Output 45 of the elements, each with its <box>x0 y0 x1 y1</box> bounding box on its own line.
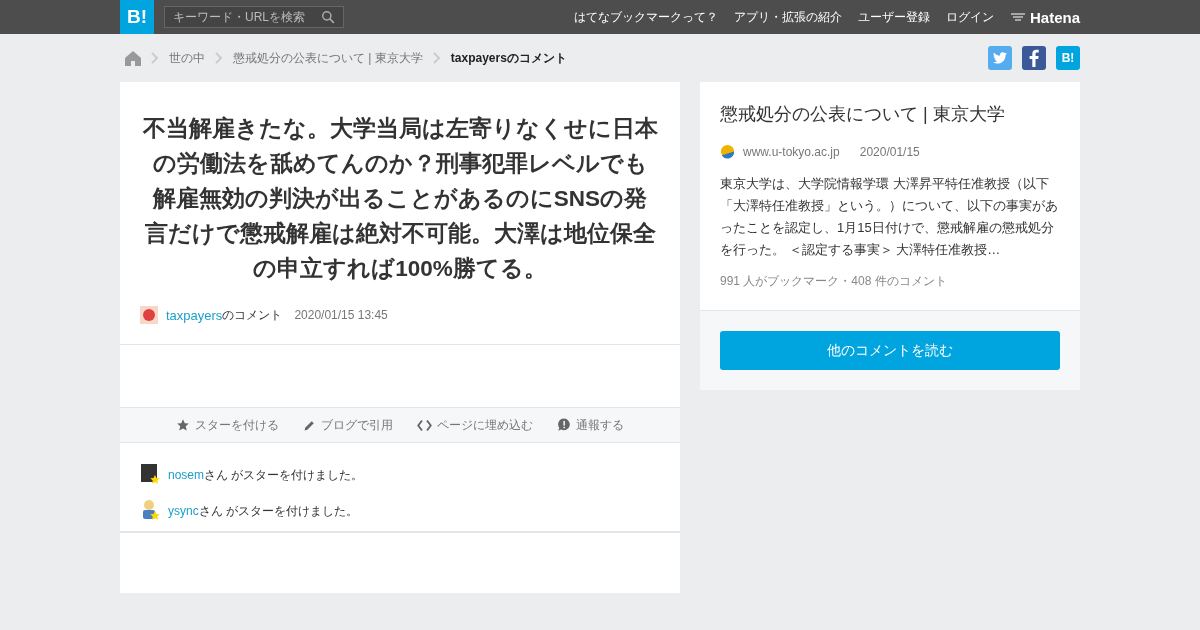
lines-icon <box>1009 12 1026 22</box>
code-icon <box>417 418 432 432</box>
bookmark-counts: 991 人がブックマーク・408 件のコメント <box>720 273 948 291</box>
star-message: さん がスターを付けました。 <box>204 467 364 482</box>
brand-logo[interactable]: Hatena <box>1009 8 1080 26</box>
entry-date: 2020/01/15 <box>859 144 920 159</box>
facebook-f-icon <box>1029 49 1039 67</box>
speech-bubble-icon <box>557 418 571 433</box>
read-comments-button[interactable]: 他のコメントを読む <box>720 331 1060 371</box>
action-link[interactable]: ブログで引用 <box>303 416 393 434</box>
pencil-icon <box>303 418 316 432</box>
entry-summary: 東京大学は、大学院情報学環 大澤昇平特任准教授（以下「大澤特任准教授」という。）について、以下の事実があったことを認定し、1月15日付けで、懲戒解雇の懲戒処分を行った。 ＜認定する事実＞ 大澤特任准教授… <box>720 175 1059 260</box>
user-avatar <box>140 306 158 325</box>
search-icon <box>321 10 335 24</box>
comment-time: 2020/01/15 13:45 <box>294 308 388 323</box>
search-field[interactable]: キーワード・URLを検索 <box>164 6 344 28</box>
chevron-icon <box>215 52 223 64</box>
comment-label: のコメント <box>222 306 283 322</box>
logo[interactable]: B! <box>120 0 154 34</box>
home-icon[interactable] <box>125 50 141 66</box>
chevron-icon <box>432 52 441 64</box>
chevron-icon <box>151 52 159 64</box>
comment-text: 不当解雇きたな。大学当局は左寄りなくせに日本の労働法を舐めてんのか？刑事犯罪レベルでも解雇無効の判決が出ることがあるのにSNSの発言だけで懲戒解雇は絶対不可能。大澤は地位保全の申立すれば100%勝てる。 <box>141 115 659 283</box>
entry-title[interactable]: 懲戒処分の公表について | 東京大学 <box>720 102 1060 126</box>
star-message: さん がスターを付けました。 <box>198 503 359 518</box>
share-button[interactable]: B! <box>1056 46 1080 70</box>
user-link[interactable]: ysync <box>168 503 199 518</box>
action-link[interactable]: 通報する <box>557 416 624 434</box>
breadcrumb-link[interactable]: 懲戒処分の公表について | 東京大学 <box>233 49 423 67</box>
avatar-with-star-icon <box>140 499 160 522</box>
share-button[interactable] <box>1022 46 1046 70</box>
action-link[interactable]: スターを付ける <box>176 416 279 434</box>
nav-link[interactable]: ログイン <box>945 8 994 26</box>
bird-icon <box>993 52 1007 64</box>
site-icon <box>720 144 735 159</box>
breadcrumb-link[interactable]: 世の中 <box>169 49 205 67</box>
nav-link[interactable]: ユーザー登録 <box>857 8 930 26</box>
breadcrumb-link[interactable]: taxpayersのコメント <box>450 49 567 67</box>
entry-domain[interactable]: www.u-tokyo.ac.jp <box>743 144 840 159</box>
user-link[interactable]: nosem <box>168 467 205 482</box>
action-link[interactable]: ページに埋め込む <box>417 416 533 434</box>
star-icon <box>176 418 190 433</box>
nav-link[interactable]: アプリ・拡張の紹介 <box>733 8 842 26</box>
user-link[interactable]: taxpayers <box>166 307 223 323</box>
nav-link[interactable]: はてなブックマークって？ <box>573 8 718 26</box>
